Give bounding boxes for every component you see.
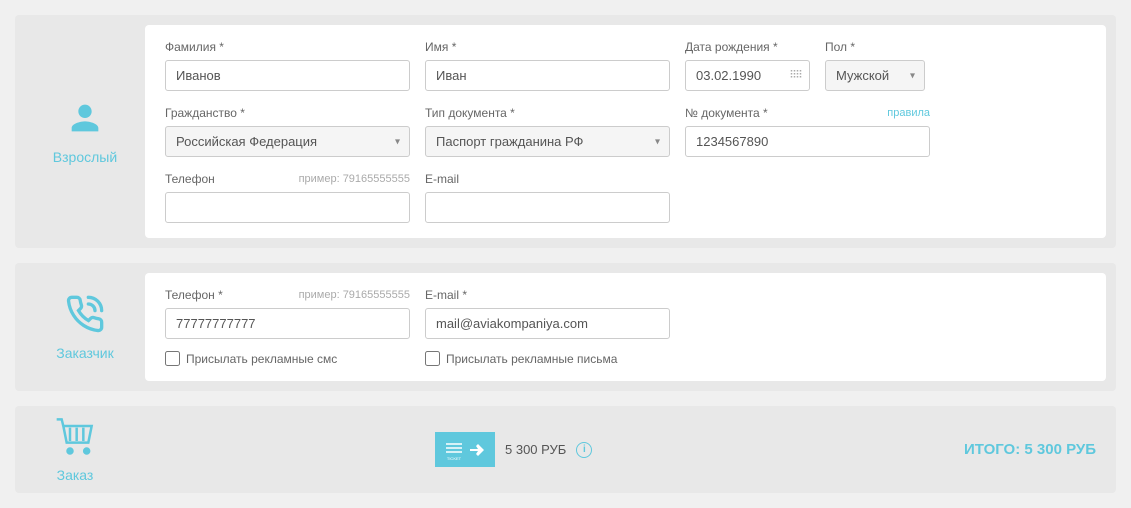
calendar-icon[interactable] <box>790 68 802 83</box>
customer-email-input[interactable] <box>425 308 670 339</box>
passenger-email-input[interactable] <box>425 192 670 223</box>
citizenship-select[interactable] <box>165 126 410 157</box>
phone-icon <box>65 294 105 337</box>
passenger-email-label: E-mail <box>425 172 670 186</box>
customer-sidebar: Заказчик <box>25 273 145 381</box>
order-total: ИТОГО: 5 300 РУБ <box>964 441 1096 458</box>
surname-input[interactable] <box>165 60 410 91</box>
name-label: Имя * <box>425 40 670 54</box>
order-sidebar: Заказ <box>15 406 135 493</box>
customer-phone-label: Телефон * <box>165 288 223 302</box>
passenger-phone-hint: пример: 79165555555 <box>299 173 410 185</box>
sms-checkbox-label: Присылать рекламные смс <box>186 352 337 366</box>
order-label: Заказ <box>57 467 94 483</box>
ticket-info: TICKET 5 300 РУБ i <box>435 432 592 467</box>
doctype-label: Тип документа * <box>425 106 670 120</box>
cart-icon <box>55 416 95 459</box>
passenger-label: Взрослый <box>53 149 117 165</box>
passenger-sidebar: Взрослый <box>25 25 145 238</box>
docnum-input[interactable] <box>685 126 930 157</box>
sms-checkbox[interactable] <box>165 351 180 366</box>
passenger-phone-input[interactable] <box>165 192 410 223</box>
order-panel: Заказ TICKET 5 300 РУБ i ИТОГО: 5 300 РУ… <box>15 406 1116 493</box>
doctype-select[interactable] <box>425 126 670 157</box>
email-checkbox-label: Присылать рекламные письма <box>446 352 617 366</box>
gender-select[interactable] <box>825 60 925 91</box>
docnum-label: № документа * <box>685 106 768 120</box>
customer-phone-input[interactable] <box>165 308 410 339</box>
name-input[interactable] <box>425 60 670 91</box>
passenger-form: Фамилия * Имя * Дата рождения * <box>145 25 1106 238</box>
passenger-phone-label: Телефон <box>165 172 215 186</box>
citizenship-label: Гражданство * <box>165 106 410 120</box>
surname-label: Фамилия * <box>165 40 410 54</box>
customer-label: Заказчик <box>56 345 114 361</box>
customer-email-label: E-mail * <box>425 288 670 302</box>
passenger-panel: Взрослый Фамилия * Имя * Дата рождения * <box>15 15 1116 248</box>
customer-panel: Заказчик Телефон * пример: 79165555555 E… <box>15 263 1116 391</box>
ticket-price: 5 300 РУБ <box>505 442 566 457</box>
rules-link[interactable]: правила <box>887 107 930 119</box>
birthdate-label: Дата рождения * <box>685 40 810 54</box>
ticket-badge-icon: TICKET <box>435 432 495 467</box>
svg-text:TICKET: TICKET <box>447 456 462 461</box>
email-checkbox[interactable] <box>425 351 440 366</box>
customer-phone-hint: пример: 79165555555 <box>299 289 410 301</box>
gender-label: Пол * <box>825 40 925 54</box>
order-content: TICKET 5 300 РУБ i ИТОГО: 5 300 РУБ <box>135 417 1116 482</box>
customer-form: Телефон * пример: 79165555555 E-mail * П… <box>145 273 1106 381</box>
person-icon <box>65 98 105 141</box>
info-icon[interactable]: i <box>576 442 592 458</box>
